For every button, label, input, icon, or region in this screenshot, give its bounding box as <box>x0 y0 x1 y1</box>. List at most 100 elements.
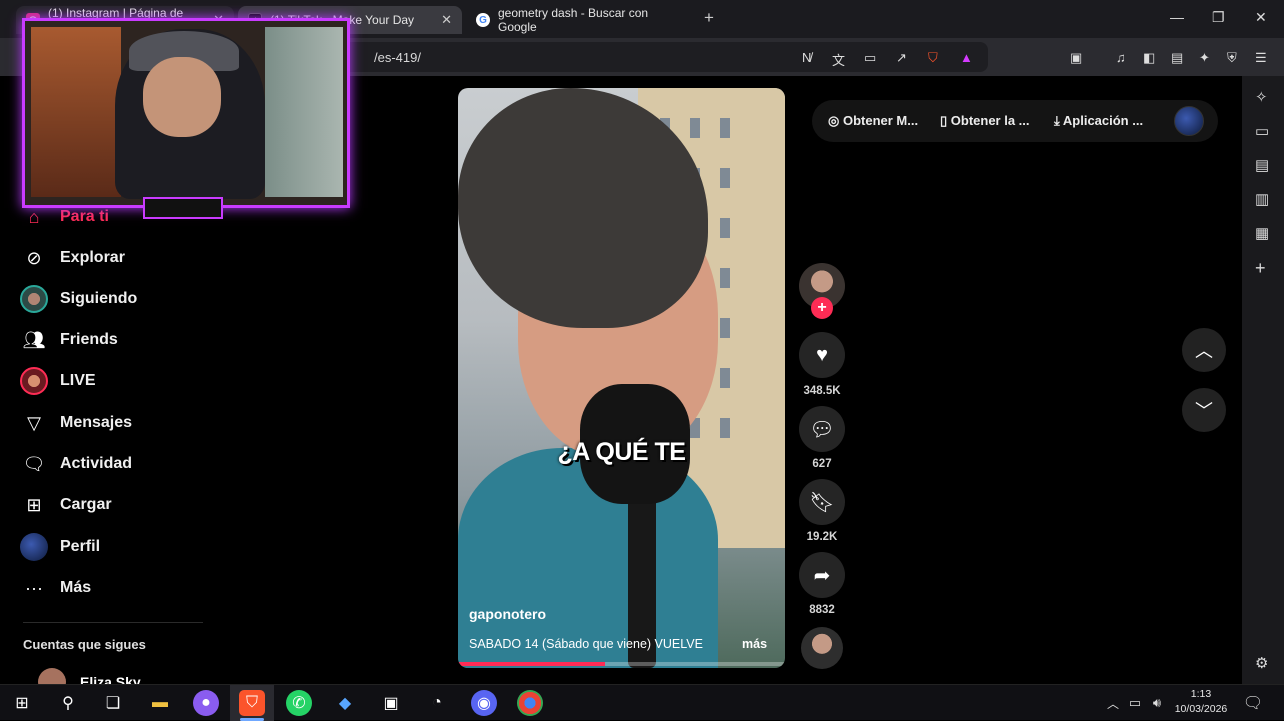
chrome-icon[interactable] <box>517 690 543 716</box>
close-icon[interactable]: ✕ <box>441 12 452 28</box>
nav-label: Más <box>60 579 92 596</box>
volume-icon[interactable]: 🔊︎ <box>1144 690 1170 716</box>
bookmark-icon: 🔖︎ <box>809 491 835 514</box>
nav-item-explorar[interactable]: ⊘ Explorar <box>20 243 124 273</box>
speedometer-icon[interactable]: ◔ <box>424 690 450 716</box>
tab-label: geometry dash - Buscar con Google <box>498 6 649 34</box>
download-app-button[interactable]: ⤓ Aplicación ... <box>1054 113 1143 129</box>
file-explorer-icon[interactable]: ▬ <box>147 690 173 716</box>
no-tracking-icon[interactable]: N̸ <box>802 50 811 65</box>
live-avatar <box>20 367 48 395</box>
send-icon: ▽ <box>27 412 41 433</box>
menu-icon[interactable]: ☰ <box>1255 50 1267 66</box>
save-button[interactable]: 🔖︎ <box>799 479 845 525</box>
nav-item-live[interactable]: LIVE <box>20 366 96 396</box>
nav-label: Para ti <box>60 208 109 225</box>
profile-avatar-button[interactable] <box>1174 106 1204 136</box>
get-coins-button[interactable]: ◎ Obtener M... <box>828 113 918 129</box>
follow-plus-icon[interactable]: + <box>811 297 833 319</box>
brave-browser-icon[interactable]: ⛉ <box>239 690 265 716</box>
leo-sidebar-icon[interactable]: ✧ <box>1255 88 1268 106</box>
nav-label: Actividad <box>60 455 133 472</box>
maximize-icon[interactable]: ❐ <box>1212 9 1225 26</box>
windows-start-icon[interactable]: ⊞ <box>9 690 35 716</box>
nav-item-perfil[interactable]: Perfil <box>20 532 100 562</box>
brave-shield-icon[interactable]: ⛉ <box>928 50 938 66</box>
upload-icon: ⊞ <box>26 494 42 515</box>
chat-app-icon[interactable]: ● <box>193 690 219 716</box>
settings-icon[interactable]: ⚙ <box>1255 654 1268 672</box>
comment-count: 627 <box>812 458 832 470</box>
like-button[interactable]: ♥ <box>799 332 845 378</box>
sidebar-toggle-icon[interactable]: ◧ <box>1143 50 1155 66</box>
video-sidebar-icon[interactable]: ▭ <box>1255 122 1269 140</box>
nav-label: Perfil <box>60 538 101 555</box>
nav-item-siguiendo[interactable]: Siguiendo <box>20 284 137 314</box>
search-icon[interactable]: ⚲ <box>55 690 81 716</box>
share-icon[interactable]: ↗ <box>896 50 907 66</box>
share-count: 8832 <box>809 604 835 616</box>
task-view-icon[interactable]: ❏ <box>100 690 126 716</box>
coin-icon: ◎ <box>828 113 843 128</box>
nav-item-friends[interactable]: 👥︎ Friends <box>20 325 118 355</box>
download-icon: ⤓ <box>1054 113 1063 128</box>
chevron-up-icon: ︿ <box>1195 341 1213 361</box>
leo-icon[interactable]: ✦ <box>1199 50 1210 66</box>
nav-item-cargar[interactable]: ⊞ Cargar <box>20 490 111 520</box>
wallet-sidebar-icon[interactable]: ▤ <box>1255 156 1269 174</box>
new-tab-icon[interactable]: + <box>704 8 714 28</box>
tabs-icon[interactable]: ▣ <box>1070 50 1082 66</box>
chevron-down-icon: ﹀ <box>1195 401 1213 421</box>
video-progress-bar[interactable] <box>458 662 785 666</box>
app-diamond-icon[interactable]: ◆ <box>332 690 358 716</box>
translate-icon[interactable]: 文 <box>832 50 845 69</box>
following-avatar <box>20 285 48 313</box>
phone-icon: ▯ <box>940 113 951 128</box>
nav-label: LIVE <box>60 372 96 389</box>
minimize-icon[interactable]: — <box>1170 9 1184 25</box>
nav-item-mensajes[interactable]: ▽ Mensajes <box>20 408 132 438</box>
music-icon[interactable]: ♫ <box>1116 50 1126 65</box>
notifications-icon[interactable]: 🗨︎ <box>1240 690 1266 716</box>
video-description: SABADO 14 (Sábado que viene) VUELVE <box>469 637 703 651</box>
whatsapp-icon[interactable]: ✆ <box>286 690 312 716</box>
obs-window-icon[interactable]: ▣ <box>378 690 404 716</box>
friends-icon: 👥︎ <box>22 329 46 350</box>
video-progress-fill <box>458 662 606 666</box>
get-app-button[interactable]: ▯ Obtener la ... <box>940 113 1030 129</box>
compass-icon: ⊘ <box>26 247 42 268</box>
webcam-overlay <box>22 18 350 219</box>
like-count: 348.5K <box>803 385 841 397</box>
taskbar-clock[interactable]: 1:13 10/03/2026 <box>1170 687 1232 717</box>
nav-item-mas[interactable]: ··· Más <box>20 573 91 603</box>
previous-video-button[interactable]: ︿ <box>1182 328 1226 372</box>
nav-label: Friends <box>60 331 118 348</box>
bookmarks-sidebar-icon[interactable]: ▥ <box>1255 190 1269 208</box>
nav-label: Mensajes <box>60 414 133 431</box>
share-button[interactable]: ➦ <box>799 552 845 598</box>
clock-time: 1:13 <box>1190 688 1212 700</box>
add-panel-icon[interactable]: + <box>1255 258 1266 279</box>
reading-list-icon[interactable]: ▦ <box>1255 224 1269 242</box>
window-close-icon[interactable]: ✕ <box>1255 9 1267 26</box>
tab-google[interactable]: G geometry dash - Buscar con Google <box>466 6 698 34</box>
wallet-icon[interactable]: ▤ <box>1171 50 1183 66</box>
vpn-icon[interactable]: ⛨ <box>1227 50 1237 66</box>
discord-icon[interactable]: ◉ <box>471 690 497 716</box>
google-icon: G <box>476 13 490 27</box>
activity-icon: 🗨︎ <box>22 453 46 474</box>
video-player[interactable]: ¿A QUÉ TE gaponotero SABADO 14 (Sábado q… <box>458 88 785 668</box>
browser-side-panel: ✧ ▭ ▤ ▥ ▦ + ⚙ <box>1242 76 1284 684</box>
next-video-button[interactable]: ﹀ <box>1182 388 1226 432</box>
share-arrow-icon: ➦ <box>813 564 831 587</box>
music-disc[interactable] <box>801 627 843 669</box>
heart-icon: ♥ <box>816 343 828 366</box>
cast-icon[interactable]: ▭ <box>864 50 876 66</box>
divider <box>23 622 203 623</box>
comment-button[interactable]: 💬︎ <box>799 406 845 452</box>
rewards-icon[interactable]: ▲ <box>960 50 973 65</box>
nav-item-actividad[interactable]: 🗨︎ Actividad <box>20 449 132 479</box>
video-username[interactable]: gaponotero <box>469 606 546 622</box>
profile-avatar <box>20 533 48 561</box>
more-button[interactable]: más <box>742 637 767 651</box>
